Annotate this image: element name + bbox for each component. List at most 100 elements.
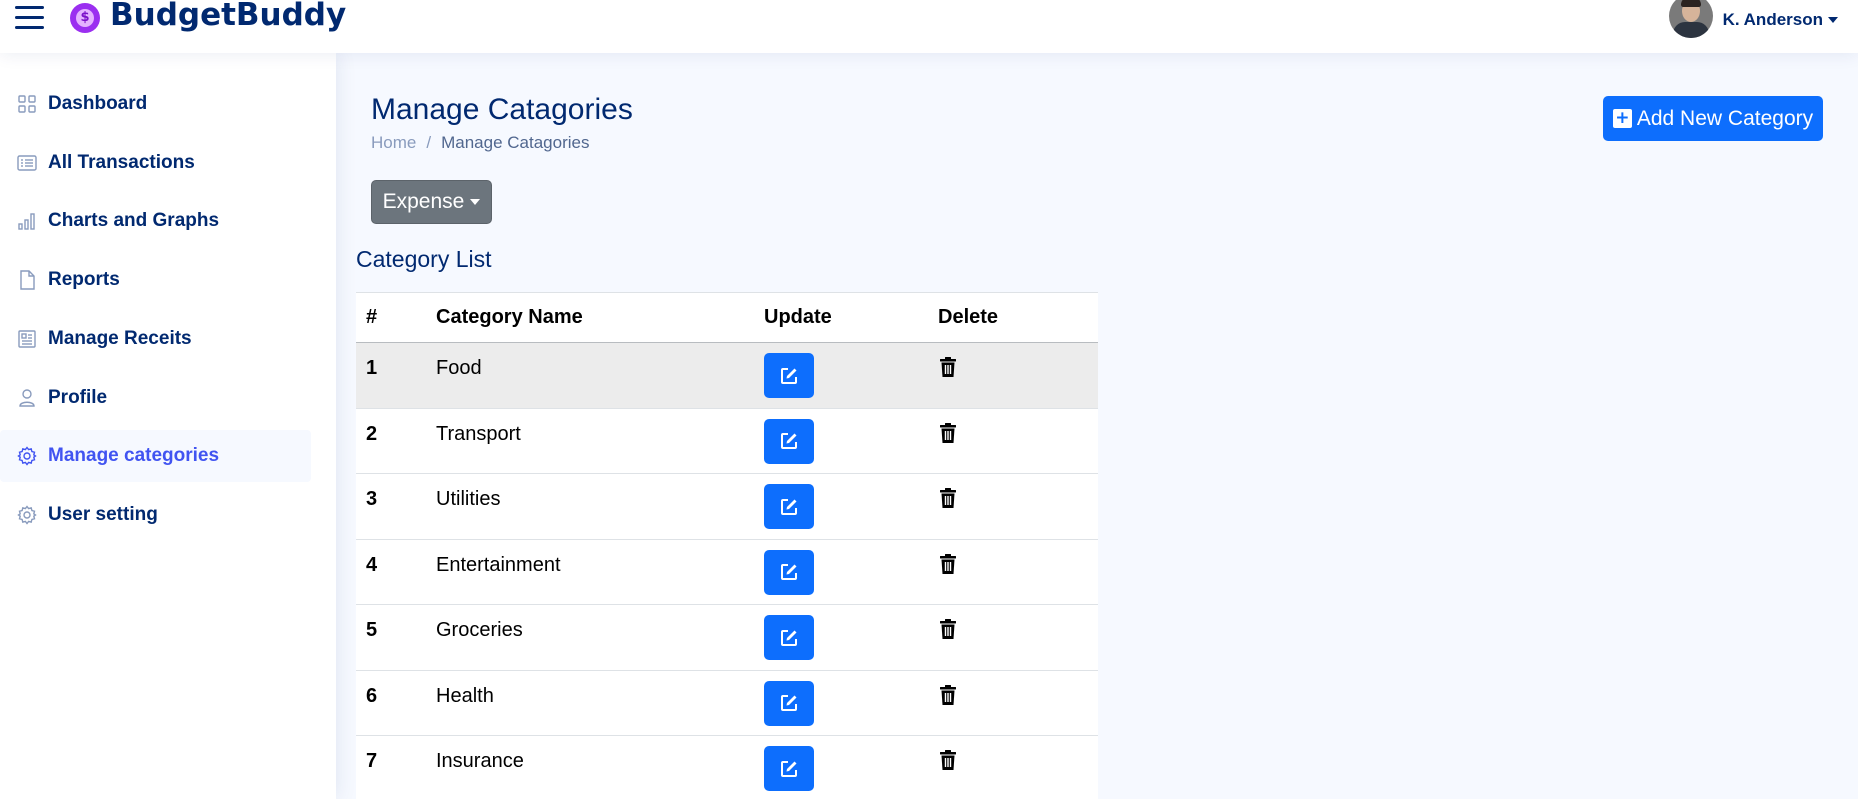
delete-cell bbox=[938, 409, 1098, 474]
trash-icon[interactable] bbox=[938, 487, 958, 509]
sidebar-item-label: Manage Receits bbox=[48, 328, 192, 349]
gear-icon bbox=[17, 446, 37, 466]
category-name: Utilities bbox=[436, 488, 501, 510]
category-type-label: Expense bbox=[382, 190, 465, 213]
sidebar-item-label: User setting bbox=[48, 504, 158, 525]
list-icon bbox=[17, 153, 37, 173]
sidebar-item-reports[interactable]: Reports bbox=[0, 254, 311, 306]
logo-icon[interactable]: $ bbox=[70, 3, 100, 33]
trash-icon[interactable] bbox=[938, 618, 958, 640]
person-icon bbox=[17, 388, 37, 408]
sidebar-item-label: Reports bbox=[48, 269, 120, 290]
update-cell bbox=[764, 409, 938, 474]
file-icon bbox=[17, 270, 37, 290]
sidebar-item-user-setting[interactable]: User setting bbox=[0, 489, 311, 541]
edit-button[interactable] bbox=[764, 680, 814, 726]
sidebar-item-label: All Transactions bbox=[48, 152, 195, 173]
update-cell bbox=[764, 605, 938, 670]
trash-icon[interactable] bbox=[938, 553, 958, 575]
sidebar-item-label: Manage categories bbox=[48, 445, 220, 466]
trash-icon[interactable] bbox=[938, 749, 958, 771]
update-cell bbox=[764, 540, 938, 605]
row-number: 6 bbox=[366, 684, 378, 707]
delete-cell bbox=[938, 671, 1098, 736]
sidebar-item-manage-categories[interactable]: Manage categories bbox=[0, 430, 311, 482]
sidebar-item-charts-and-graphs[interactable]: Charts and Graphs bbox=[0, 195, 311, 247]
breadcrumb-current: Manage Catagories bbox=[441, 133, 590, 152]
edit-icon bbox=[781, 695, 797, 711]
menu-toggle-icon[interactable] bbox=[15, 6, 44, 30]
delete-cell bbox=[938, 343, 1098, 408]
sidebar-item-label: Dashboard bbox=[48, 93, 148, 114]
receipt-icon bbox=[17, 329, 37, 349]
edit-icon bbox=[781, 564, 797, 580]
table-row: 3 Utilities bbox=[356, 474, 1098, 540]
category-list-title: Category List bbox=[356, 246, 492, 272]
table-row: 6 Health bbox=[356, 671, 1098, 736]
sidebar: Dashboard All Transactions Charts and Gr… bbox=[0, 53, 336, 799]
delete-cell bbox=[938, 605, 1098, 670]
delete-cell bbox=[938, 540, 1098, 605]
bar-chart-icon bbox=[17, 211, 37, 231]
delete-cell bbox=[938, 736, 1098, 799]
row-number: 1 bbox=[366, 357, 378, 379]
category-table: # Category Name Update Delete 1 Food 2 T… bbox=[356, 292, 1098, 799]
column-header-delete: Delete bbox=[938, 306, 999, 328]
category-name: Entertainment bbox=[436, 553, 561, 576]
add-new-category-label: Add New Category bbox=[1636, 106, 1814, 130]
user-name: K. Anderson bbox=[1722, 10, 1823, 29]
edit-icon bbox=[781, 760, 797, 777]
update-cell bbox=[764, 343, 938, 408]
page-title: Manage Catagories bbox=[371, 93, 633, 126]
update-cell bbox=[764, 671, 938, 736]
table-row: 5 Groceries bbox=[356, 605, 1098, 671]
delete-cell bbox=[938, 474, 1098, 539]
update-cell bbox=[764, 736, 938, 799]
row-number: 7 bbox=[366, 750, 378, 772]
category-name: Transport bbox=[436, 422, 521, 445]
category-name: Groceries bbox=[436, 619, 523, 641]
category-type-dropdown[interactable]: Expense bbox=[371, 180, 492, 224]
table-row: 2 Transport bbox=[356, 409, 1098, 474]
edit-button[interactable] bbox=[764, 484, 814, 529]
brand-name[interactable]: BudgetBuddy bbox=[110, 0, 346, 33]
chevron-down-icon bbox=[1828, 17, 1838, 23]
edit-button[interactable] bbox=[764, 418, 814, 464]
table-row: 7 Insurance bbox=[356, 736, 1098, 799]
category-name: Insurance bbox=[436, 750, 524, 772]
edit-icon bbox=[781, 433, 797, 449]
update-cell bbox=[764, 474, 938, 539]
breadcrumb: Home / Manage Catagories bbox=[371, 133, 589, 153]
sidebar-item-label: Charts and Graphs bbox=[48, 210, 220, 231]
edit-button[interactable] bbox=[764, 615, 814, 660]
trash-icon[interactable] bbox=[938, 422, 958, 444]
sidebar-item-dashboard[interactable]: Dashboard bbox=[0, 78, 311, 130]
top-header: $ BudgetBuddy K. Anderson bbox=[0, 0, 1858, 53]
table-row: 4 Entertainment bbox=[356, 540, 1098, 605]
column-header-update: Update bbox=[764, 306, 832, 328]
edit-icon bbox=[781, 367, 797, 384]
sidebar-item-manage-receits[interactable]: Manage Receits bbox=[0, 313, 311, 365]
edit-button[interactable] bbox=[764, 746, 814, 791]
grid-icon bbox=[17, 94, 37, 114]
table-body: 1 Food 2 Transport 3 Utilities 4 Enterta… bbox=[356, 343, 1098, 799]
edit-button[interactable] bbox=[764, 353, 814, 398]
row-number: 5 bbox=[366, 619, 378, 641]
category-name: Food bbox=[436, 357, 482, 379]
user-profile-menu[interactable]: K. Anderson bbox=[1668, 0, 1838, 40]
sidebar-item-profile[interactable]: Profile bbox=[0, 372, 311, 424]
chevron-down-icon bbox=[470, 199, 481, 205]
avatar bbox=[1668, 0, 1713, 38]
trash-icon[interactable] bbox=[938, 356, 958, 378]
sidebar-item-all-transactions[interactable]: All Transactions bbox=[0, 137, 311, 189]
gear-icon bbox=[17, 505, 37, 525]
table-row: 1 Food bbox=[356, 343, 1098, 409]
add-new-category-button[interactable]: + Add New Category bbox=[1603, 96, 1823, 141]
column-header-number: # bbox=[366, 306, 378, 328]
edit-button[interactable] bbox=[764, 549, 814, 595]
trash-icon[interactable] bbox=[938, 684, 958, 706]
table-header-row: # Category Name Update Delete bbox=[356, 292, 1098, 343]
row-number: 2 bbox=[366, 422, 378, 445]
breadcrumb-home-link[interactable]: Home bbox=[371, 133, 416, 153]
breadcrumb-separator: / bbox=[426, 133, 432, 152]
